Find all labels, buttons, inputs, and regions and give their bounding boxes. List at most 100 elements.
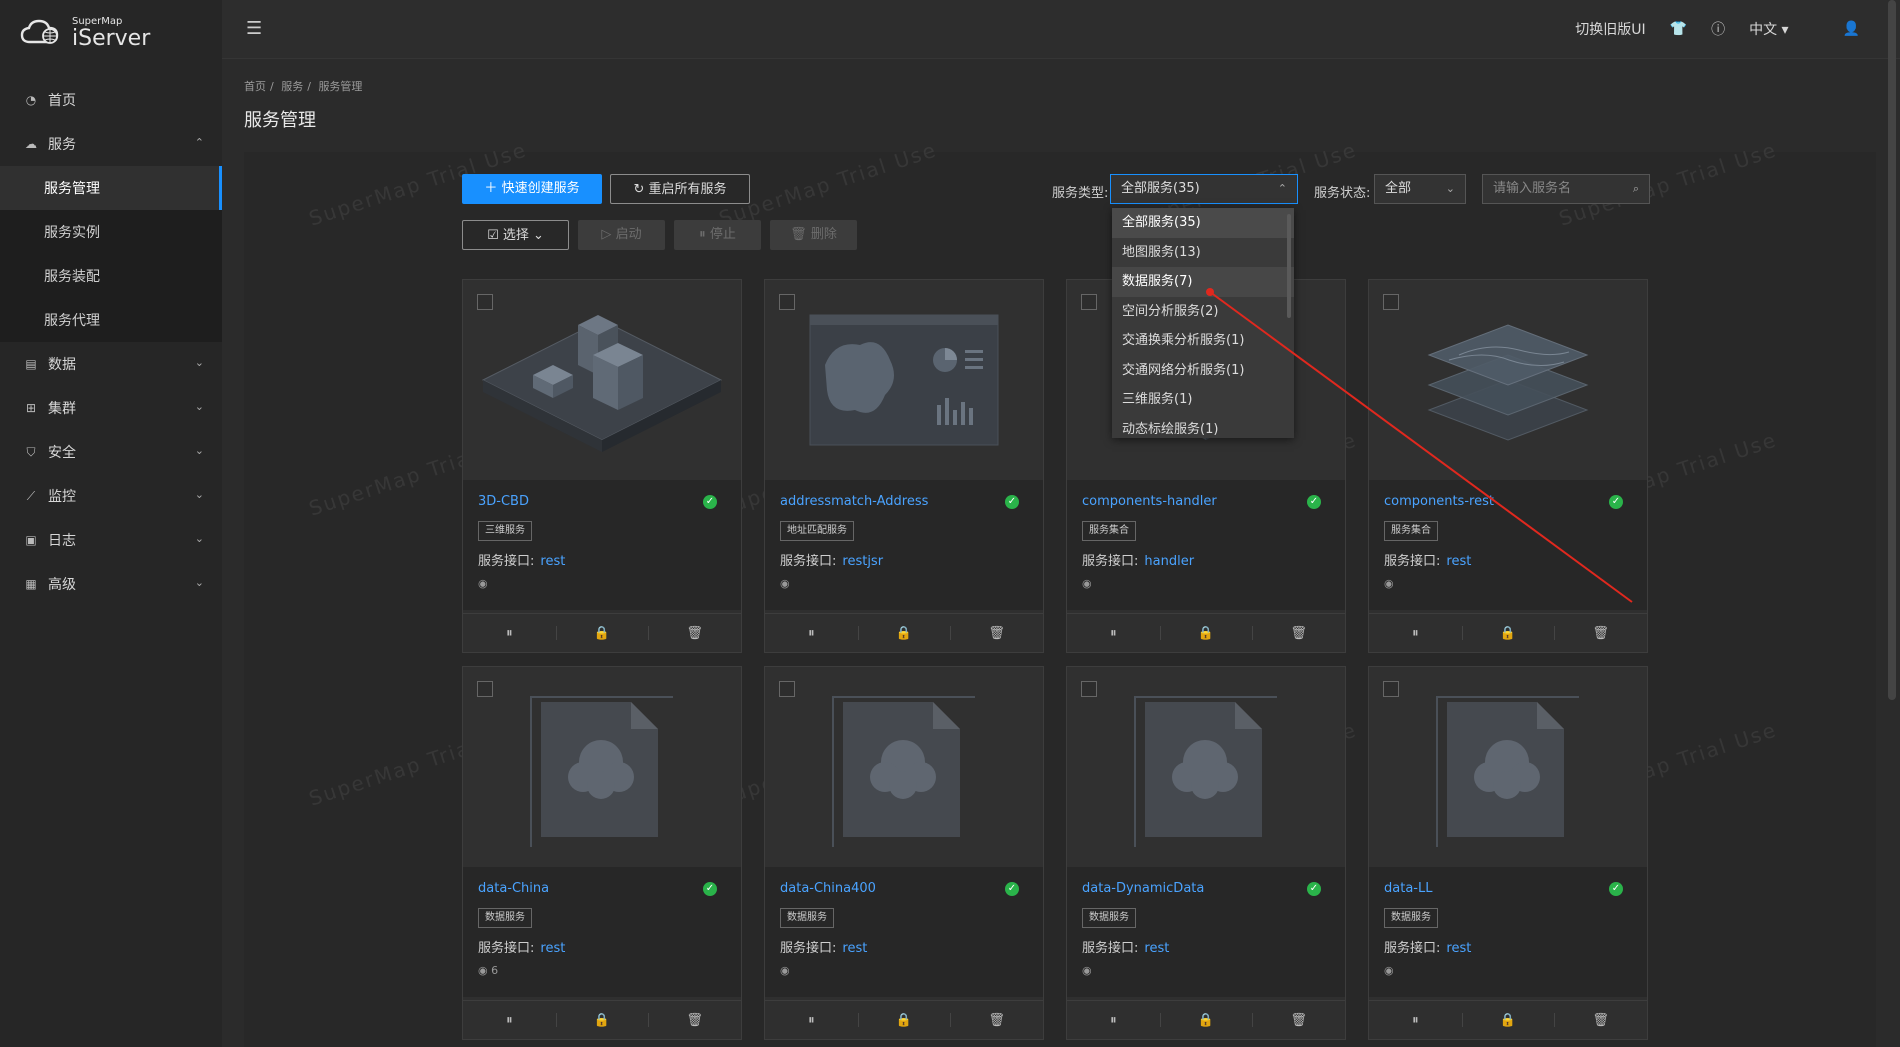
service-name-link[interactable]: components-rest xyxy=(1384,494,1494,509)
pause-icon[interactable]: ⏸ xyxy=(463,614,556,652)
interface-link[interactable]: rest xyxy=(1144,941,1169,956)
sidebar-item-security[interactable]: ⛉ 安全 ⌄ xyxy=(0,430,222,474)
trash-icon[interactable]: 🗑 xyxy=(1252,1001,1345,1039)
dropdown-option[interactable]: 数据服务(7) xyxy=(1112,267,1294,297)
interface-link[interactable]: rest xyxy=(842,941,867,956)
sidebar-item-data[interactable]: ▤ 数据 ⌄ xyxy=(0,342,222,386)
breadcrumb-services[interactable]: 服务 xyxy=(281,80,303,93)
lock-icon[interactable]: 🔒 xyxy=(1159,1001,1253,1039)
service-name-link[interactable]: 3D-CBD xyxy=(478,494,529,509)
service-card[interactable]: data-LL ✓ 数据服务 服务接口: rest ◉ ⏸ 🔒 🗑 xyxy=(1368,666,1648,1040)
interface-link[interactable]: restjsr xyxy=(842,554,883,569)
service-card[interactable]: data-China ✓ 数据服务 服务接口: rest ◉ 6 ⏸ 🔒 🗑 xyxy=(462,666,742,1040)
dropdown-option[interactable]: 交通换乘分析服务(1) xyxy=(1112,326,1294,356)
service-name-link[interactable]: data-DynamicData xyxy=(1082,881,1204,896)
service-status-select[interactable]: 全部 ⌄ xyxy=(1374,174,1466,204)
lock-icon[interactable]: 🔒 xyxy=(857,614,951,652)
pause-icon[interactable]: ⏸ xyxy=(1369,1001,1462,1039)
lock-icon[interactable]: 🔒 xyxy=(1461,1001,1555,1039)
trash-icon[interactable]: 🗑 xyxy=(950,1001,1043,1039)
card-checkbox[interactable] xyxy=(477,681,493,697)
switch-old-ui-link[interactable]: 切换旧版UI xyxy=(1575,19,1645,39)
service-type-select[interactable]: 全部服务(35) ⌃ xyxy=(1110,174,1298,204)
interface-link[interactable]: handler xyxy=(1144,554,1194,569)
dropdown-option[interactable]: 三维服务(1) xyxy=(1112,385,1294,415)
dropdown-option[interactable]: 全部服务(35) xyxy=(1112,208,1294,238)
card-checkbox[interactable] xyxy=(477,294,493,310)
lock-icon[interactable]: 🔒 xyxy=(857,1001,951,1039)
sidebar-item-advanced[interactable]: ▦ 高级 ⌄ xyxy=(0,562,222,606)
sidebar-subitem-service-instances[interactable]: 服务实例 xyxy=(0,210,222,254)
trash-icon[interactable]: 🗑 xyxy=(1554,614,1647,652)
lock-icon[interactable]: 🔒 xyxy=(555,614,649,652)
sidebar-item-logs[interactable]: ▣ 日志 ⌄ xyxy=(0,518,222,562)
menu-toggle-icon[interactable]: ☰ xyxy=(246,18,262,39)
dropdown-scrollbar[interactable] xyxy=(1287,214,1291,318)
card-checkbox[interactable] xyxy=(1383,681,1399,697)
dropdown-option[interactable]: 动态标绘服务(1) xyxy=(1112,415,1294,439)
lock-icon[interactable]: 🔒 xyxy=(1159,614,1253,652)
lock-icon[interactable]: 🔒 xyxy=(555,1001,649,1039)
help-icon[interactable]: ⓘ xyxy=(1711,19,1725,39)
card-actions: ⏸ 🔒 🗑 xyxy=(1067,1000,1345,1039)
dropdown-option[interactable]: 交通网络分析服务(1) xyxy=(1112,356,1294,386)
sidebar-item-home[interactable]: ◔ 首页 xyxy=(0,78,222,122)
trash-icon[interactable]: 🗑 xyxy=(648,614,741,652)
theme-icon[interactable]: 👕 xyxy=(1670,21,1687,37)
search-input[interactable]: 请输入服务名 ⌕ xyxy=(1482,174,1650,204)
search-icon[interactable]: ⌕ xyxy=(1633,175,1639,203)
pause-icon[interactable]: ⏸ xyxy=(765,614,858,652)
pause-icon[interactable]: ⏸ xyxy=(765,1001,858,1039)
sidebar-item-services[interactable]: ☁ 服务 ⌃ xyxy=(0,122,222,166)
service-card[interactable]: addressmatch-Address ✓ 地址匹配服务 服务接口: restj… xyxy=(764,279,1044,653)
trash-icon[interactable]: 🗑 xyxy=(648,1001,741,1039)
service-name-link[interactable]: addressmatch-Address xyxy=(780,494,928,509)
service-card[interactable]: 3D-CBD ✓ 三维服务 服务接口: rest ◉ ⏸ 🔒 🗑 xyxy=(462,279,742,653)
stop-button[interactable]: ⏸ 停止 xyxy=(674,220,761,250)
interface-link[interactable]: rest xyxy=(540,554,565,569)
trash-icon[interactable]: 🗑 xyxy=(1554,1001,1647,1039)
dropdown-option[interactable]: 空间分析服务(2) xyxy=(1112,297,1294,327)
page-scrollbar[interactable] xyxy=(1888,0,1896,700)
card-checkbox[interactable] xyxy=(1081,681,1097,697)
interface-link[interactable]: rest xyxy=(1446,554,1471,569)
interface-link[interactable]: rest xyxy=(1446,941,1471,956)
card-checkbox[interactable] xyxy=(1383,294,1399,310)
service-card[interactable]: data-China400 ✓ 数据服务 服务接口: rest ◉ ⏸ 🔒 🗑 xyxy=(764,666,1044,1040)
card-checkbox[interactable] xyxy=(1081,294,1097,310)
service-name-link[interactable]: data-LL xyxy=(1384,881,1432,896)
chevron-down-icon: ⌄ xyxy=(194,576,204,589)
interface-link[interactable]: rest xyxy=(540,941,565,956)
sidebar-subitem-service-management[interactable]: 服务管理 xyxy=(0,166,222,210)
pause-icon[interactable]: ⏸ xyxy=(1067,614,1160,652)
service-card[interactable]: data-DynamicData ✓ 数据服务 服务接口: rest ◉ ⏸ 🔒 … xyxy=(1066,666,1346,1040)
service-name-link[interactable]: components-handler xyxy=(1082,494,1217,509)
user-icon[interactable]: 👤 xyxy=(1843,21,1860,37)
language-select[interactable]: 中文 ▾ xyxy=(1749,19,1788,39)
sidebar-subitem-service-assembly[interactable]: 服务装配 xyxy=(0,254,222,298)
service-status-value: 全部 xyxy=(1385,181,1412,196)
sidebar-item-cluster[interactable]: ⊞ 集群 ⌄ xyxy=(0,386,222,430)
trash-icon[interactable]: 🗑 xyxy=(950,614,1043,652)
trash-icon[interactable]: 🗑 xyxy=(1252,614,1345,652)
logo[interactable]: SuperMap iServer xyxy=(20,12,210,52)
service-name-link[interactable]: data-China xyxy=(478,881,549,896)
sidebar-subitem-service-proxy[interactable]: 服务代理 xyxy=(0,298,222,342)
card-checkbox[interactable] xyxy=(779,294,795,310)
dropdown-option[interactable]: 地图服务(13) xyxy=(1112,238,1294,268)
service-name-link[interactable]: data-China400 xyxy=(780,881,876,896)
quick-create-button[interactable]: ＋ 快速创建服务 xyxy=(462,174,602,204)
pause-icon[interactable]: ⏸ xyxy=(1369,614,1462,652)
pause-icon[interactable]: ⏸ xyxy=(463,1001,556,1039)
card-checkbox[interactable] xyxy=(779,681,795,697)
breadcrumb-home[interactable]: 首页 xyxy=(244,80,266,93)
restart-all-button[interactable]: ↻ 重启所有服务 xyxy=(610,174,750,204)
start-button[interactable]: ▷ 启动 xyxy=(578,220,665,250)
delete-button[interactable]: 🗑 删除 xyxy=(770,220,857,250)
service-card[interactable]: components-rest ✓ 服务集合 服务接口: rest ◉ ⏸ 🔒 🗑 xyxy=(1368,279,1648,653)
select-dropdown-button[interactable]: ☑ 选择 ⌄ xyxy=(462,220,569,250)
pause-icon[interactable]: ⏸ xyxy=(1067,1001,1160,1039)
chevron-down-icon: ⌄ xyxy=(194,356,204,369)
sidebar-item-monitor[interactable]: ⟋ 监控 ⌄ xyxy=(0,474,222,518)
lock-icon[interactable]: 🔒 xyxy=(1461,614,1555,652)
